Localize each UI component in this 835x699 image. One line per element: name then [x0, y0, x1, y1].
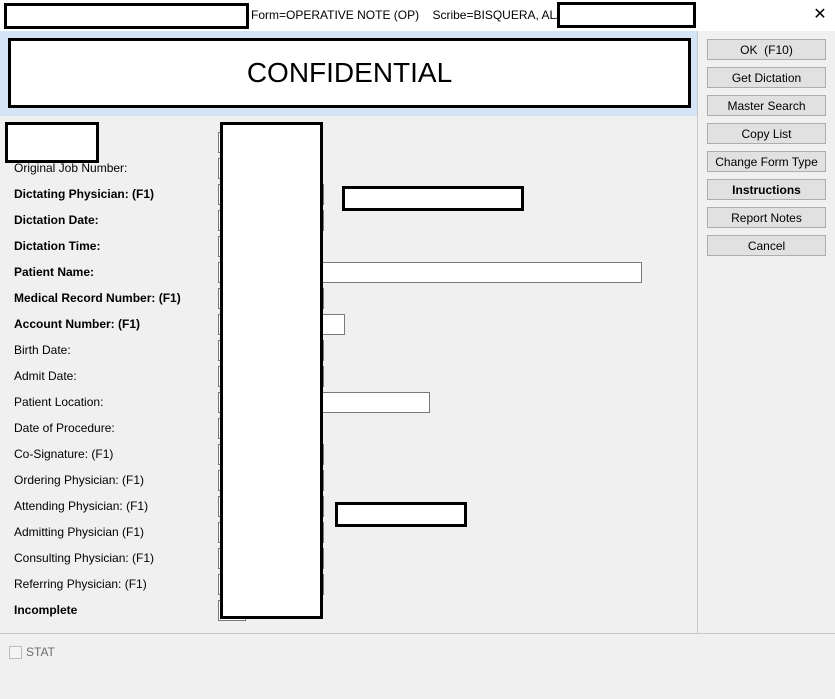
- field-label: Admit Date:: [14, 369, 77, 383]
- divider: [0, 633, 835, 634]
- field-label: Ordering Physician: (F1): [14, 473, 145, 487]
- field-label: Date of Procedure:: [14, 421, 115, 435]
- redaction: [5, 122, 99, 163]
- field-label: Incomplete: [14, 603, 78, 617]
- master-search-button[interactable]: Master Search: [707, 95, 826, 116]
- redaction: [342, 186, 524, 211]
- get-dictation-button[interactable]: Get Dictation: [707, 67, 826, 88]
- cancel-button[interactable]: Cancel: [707, 235, 826, 256]
- field-label: Attending Physician: (F1): [14, 499, 149, 513]
- window-title: Form=OPERATIVE NOTE (OP) Scribe=BISQUERA…: [251, 8, 585, 22]
- redaction: [557, 2, 696, 28]
- field-label: Patient Name:: [14, 265, 95, 279]
- field-label: Dictating Physician: (F1): [14, 187, 155, 201]
- field-label: Dictation Date:: [14, 213, 99, 227]
- field-label: Patient Location:: [14, 395, 104, 409]
- field-label: Admitting Physician (F1): [14, 525, 145, 539]
- report-notes-button[interactable]: Report Notes: [707, 207, 826, 228]
- change-form-type-button[interactable]: Change Form Type: [707, 151, 826, 172]
- close-icon[interactable]: ✕: [810, 4, 830, 24]
- instructions-button[interactable]: Instructions: [707, 179, 826, 200]
- redaction: [4, 3, 249, 29]
- field-label: Dictation Time:: [14, 239, 101, 253]
- redaction: [335, 502, 467, 527]
- checkbox-box[interactable]: [9, 645, 22, 659]
- field-label: Medical Record Number: (F1): [14, 291, 181, 305]
- copy-list-button[interactable]: Copy List: [707, 123, 826, 144]
- ok-f10-button[interactable]: OK (F10): [707, 39, 826, 60]
- field-label: Co-Signature: (F1): [14, 447, 114, 461]
- field-label: Account Number: (F1): [14, 317, 140, 331]
- field-label: Consulting Physician: (F1): [14, 551, 155, 565]
- field-label: Referring Physician: (F1): [14, 577, 147, 591]
- field-label: Birth Date:: [14, 343, 71, 357]
- divider: [697, 31, 698, 633]
- stat-label: STAT: [26, 645, 55, 659]
- stat-checkbox[interactable]: STAT: [9, 645, 55, 659]
- field-label: Original Job Number:: [14, 161, 128, 175]
- confidential-banner: CONFIDENTIAL: [8, 38, 691, 108]
- redaction: [220, 122, 323, 619]
